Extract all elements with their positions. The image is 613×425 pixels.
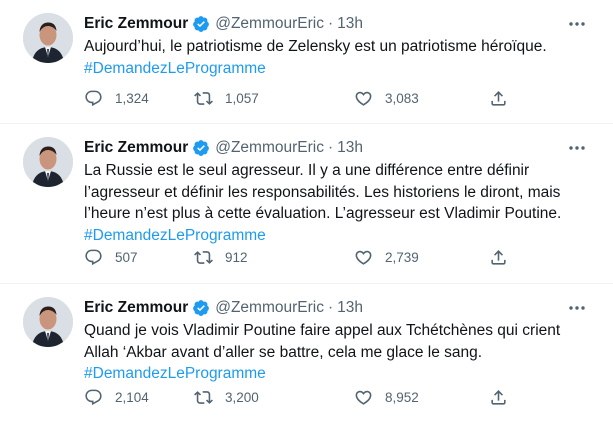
reply-button[interactable]: 2,104	[84, 387, 149, 407]
tweet[interactable]: Eric Zemmour @ZemmourEric · 13h La Russi…	[0, 124, 613, 284]
tweet-body: Aujourd’hui, le patriotisme de Zelensky …	[84, 36, 589, 79]
author-name[interactable]: Eric Zemmour	[84, 13, 188, 35]
more-options-icon[interactable]	[567, 300, 587, 316]
tweet-text: Quand je vois Vladimir Poutine faire app…	[84, 322, 561, 361]
retweet-button[interactable]: 3,200	[194, 387, 259, 407]
author-handle[interactable]: @ZemmourEric	[215, 297, 324, 319]
author-name[interactable]: Eric Zemmour	[84, 137, 188, 159]
tweet-actions: 507 912 2,739	[84, 247, 514, 267]
like-button[interactable]: 8,952	[354, 387, 419, 407]
reply-icon	[84, 248, 115, 267]
verified-badge-icon	[192, 139, 210, 157]
tweet-header: Eric Zemmour @ZemmourEric · 13h	[84, 297, 573, 319]
share-icon	[489, 89, 520, 108]
retweet-button[interactable]: 912	[194, 247, 248, 267]
reply-icon	[84, 388, 115, 407]
share-button[interactable]	[489, 247, 520, 267]
reply-icon	[84, 89, 115, 108]
retweet-count: 3,200	[225, 389, 259, 405]
retweet-count: 1,057	[225, 90, 259, 106]
heart-icon	[354, 89, 385, 108]
tweet[interactable]: Eric Zemmour @ZemmourEric · 13h Aujourd’…	[0, 0, 613, 124]
tweet-actions: 2,104 3,200 8,952	[84, 387, 514, 407]
heart-icon	[354, 248, 385, 267]
retweet-icon	[194, 248, 225, 267]
separator-dot: ·	[327, 139, 334, 156]
tweet-body: Quand je vois Vladimir Poutine faire app…	[84, 320, 589, 385]
reply-count: 2,104	[115, 389, 149, 405]
share-icon	[489, 248, 520, 267]
verified-badge-icon	[192, 15, 210, 33]
avatar[interactable]	[23, 13, 73, 63]
verified-badge-icon	[192, 299, 210, 317]
tweet[interactable]: Eric Zemmour @ZemmourEric · 13h Quand je…	[0, 284, 613, 425]
reply-count: 1,324	[115, 90, 149, 106]
retweet-icon	[194, 89, 225, 108]
author-handle[interactable]: @ZemmourEric	[215, 137, 324, 159]
timestamp[interactable]: 13h	[337, 297, 363, 319]
retweet-button[interactable]: 1,057	[194, 88, 259, 108]
timestamp[interactable]: 13h	[337, 137, 363, 159]
separator-dot: ·	[327, 15, 334, 32]
author-handle[interactable]: @ZemmourEric	[215, 13, 324, 35]
tweet-text: Aujourd’hui, le patriotisme de Zelensky …	[84, 38, 547, 55]
hashtag-link[interactable]: #DemandezLeProgramme	[84, 225, 589, 247]
avatar[interactable]	[23, 297, 73, 347]
share-button[interactable]	[489, 387, 520, 407]
tweet-text: La Russie est le seul agresseur. Il y a …	[84, 162, 562, 222]
author-name[interactable]: Eric Zemmour	[84, 297, 188, 319]
retweet-icon	[194, 388, 225, 407]
like-count: 8,952	[385, 389, 419, 405]
share-icon	[489, 388, 520, 407]
tweet-header: Eric Zemmour @ZemmourEric · 13h	[84, 13, 573, 35]
tweet-header: Eric Zemmour @ZemmourEric · 13h	[84, 137, 573, 159]
like-button[interactable]: 3,083	[354, 88, 419, 108]
like-count: 3,083	[385, 90, 419, 106]
share-button[interactable]	[489, 88, 520, 108]
hashtag-link[interactable]: #DemandezLeProgramme	[84, 363, 589, 385]
separator-dot: ·	[327, 299, 334, 316]
more-options-icon[interactable]	[567, 140, 587, 156]
tweet-actions: 1,324 1,057 3,083	[84, 88, 514, 108]
reply-count: 507	[115, 249, 138, 265]
tweet-feed: Eric Zemmour @ZemmourEric · 13h Aujourd’…	[0, 0, 613, 425]
like-button[interactable]: 2,739	[354, 247, 419, 267]
timestamp[interactable]: 13h	[337, 13, 363, 35]
reply-button[interactable]: 507	[84, 247, 138, 267]
reply-button[interactable]: 1,324	[84, 88, 149, 108]
avatar[interactable]	[23, 137, 73, 187]
hashtag-link[interactable]: #DemandezLeProgramme	[84, 58, 589, 80]
heart-icon	[354, 388, 385, 407]
retweet-count: 912	[225, 249, 248, 265]
more-options-icon[interactable]	[567, 16, 587, 32]
tweet-body: La Russie est le seul agresseur. Il y a …	[84, 160, 589, 246]
like-count: 2,739	[385, 249, 419, 265]
